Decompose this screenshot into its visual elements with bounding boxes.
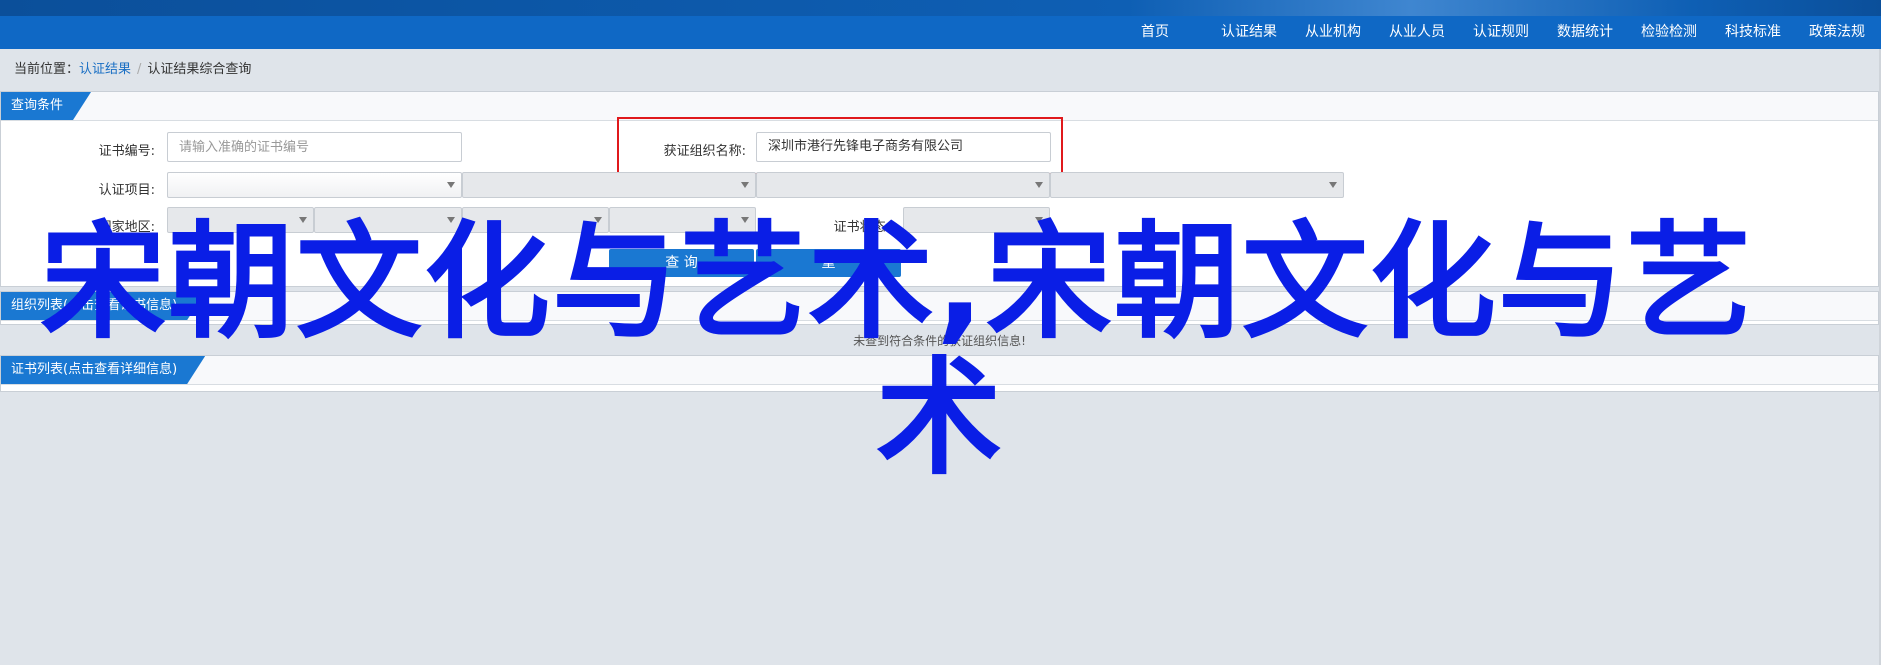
breadcrumb-prefix: 当前位置：: [14, 62, 80, 77]
cert-item-select-4[interactable]: [1050, 172, 1344, 198]
cert-item-select-2[interactable]: [462, 172, 756, 198]
cert-no-label: 证书编号:: [98, 144, 155, 159]
cert-item-select-3[interactable]: [756, 172, 1050, 198]
breadcrumb-separator: /: [137, 62, 142, 77]
nav-item-tech-standards[interactable]: 科技标准: [1711, 16, 1795, 49]
nav-item-institutions[interactable]: 从业机构: [1291, 16, 1375, 49]
header-banner: [0, 0, 1881, 16]
chevron-down-icon: [741, 182, 749, 188]
nav-item-cert-rules[interactable]: 认证规则: [1459, 16, 1543, 49]
cert-item-label: 认证项目:: [98, 183, 155, 198]
chevron-down-icon: [1329, 182, 1337, 188]
nav-item-home[interactable]: 首页: [1127, 16, 1183, 49]
chevron-down-icon: [1035, 182, 1043, 188]
nav-item-personnel[interactable]: 从业人员: [1375, 16, 1459, 49]
tab-query-conditions[interactable]: 查询条件: [1, 92, 91, 120]
tab-cert-list[interactable]: 证书列表(点击查看详细信息): [1, 356, 205, 384]
nav-item-policies[interactable]: 政策法规: [1795, 16, 1881, 49]
cert-item-select-1[interactable]: [167, 172, 462, 198]
overlay-text-line1: 宋朝文化与艺术,宋朝文化与艺: [40, 209, 1754, 356]
nav-item-cert-results[interactable]: 认证结果: [1207, 16, 1291, 49]
chevron-down-icon: [447, 182, 455, 188]
breadcrumb-link-cert-results[interactable]: 认证结果: [79, 62, 131, 77]
main-nav: 首页 认证结果 从业机构 从业人员 认证规则 数据统计 检验检测 科技标准 政策…: [0, 16, 1881, 49]
cert-no-input[interactable]: [167, 132, 462, 162]
nav-item-inspection[interactable]: 检验检测: [1627, 16, 1711, 49]
nav-item-statistics[interactable]: 数据统计: [1543, 16, 1627, 49]
breadcrumb: 当前位置：认证结果 / 认证结果综合查询: [14, 58, 251, 77]
overlay-text-line2: 术: [876, 345, 1002, 492]
breadcrumb-current: 认证结果综合查询: [147, 62, 252, 77]
highlight-box: [617, 117, 1063, 175]
